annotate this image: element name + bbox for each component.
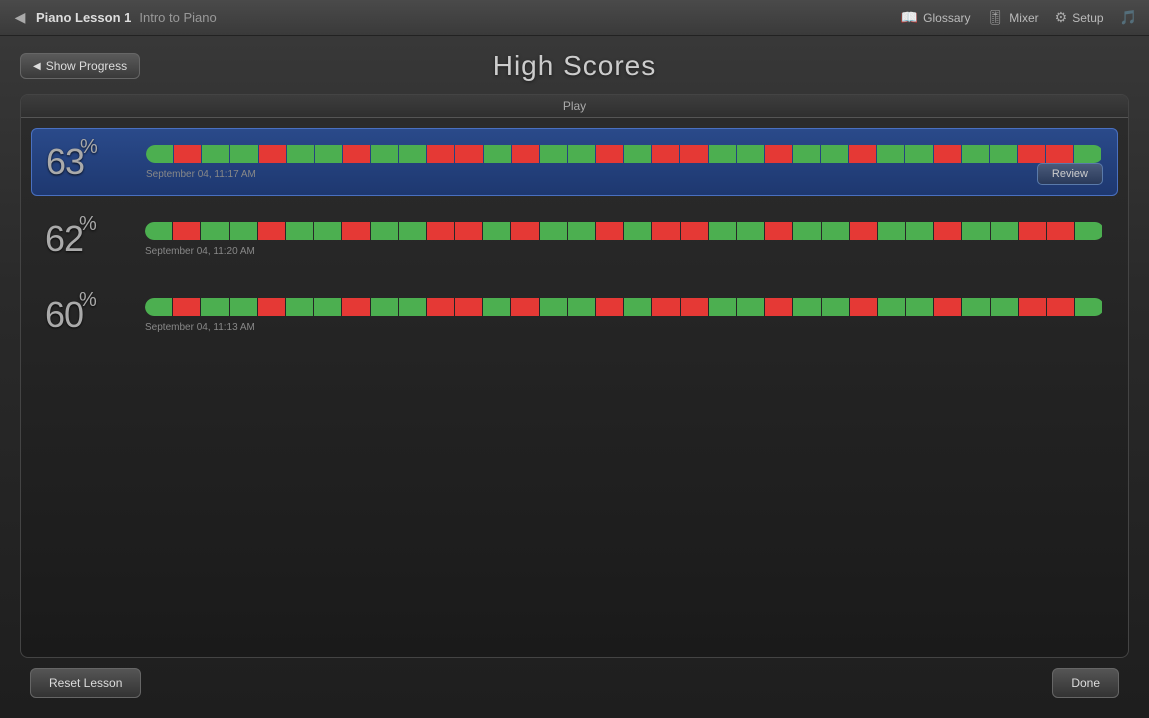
mixer-nav[interactable]: 🎚 Mixer (987, 9, 1039, 26)
score-entry: 62% September 04, 11:20 AM (31, 206, 1118, 272)
done-button[interactable]: Done (1052, 668, 1119, 698)
titlebar-right: 📖 Glossary 🎚 Mixer ⚙ Setup 🎵 (901, 9, 1137, 26)
score-number: 63% (46, 141, 146, 183)
panel-header: Play (21, 95, 1128, 118)
review-button[interactable]: Review (1037, 163, 1103, 185)
score-right: September 04, 11:17 AM (146, 145, 1103, 180)
music-nav[interactable]: 🎵 (1120, 9, 1137, 26)
score-right: September 04, 11:13 AM (145, 298, 1104, 333)
lesson-subtitle: Intro to Piano (139, 10, 216, 25)
score-percent: % (79, 213, 96, 235)
mixer-label: Mixer (1009, 11, 1038, 25)
scores-panel: Play 63% September 04, 11:17 AM Review 6… (20, 94, 1129, 658)
score-entry: 63% September 04, 11:17 AM Review (31, 128, 1118, 196)
reset-lesson-button[interactable]: Reset Lesson (30, 668, 141, 698)
music-icon: 🎵 (1120, 9, 1137, 26)
setup-nav[interactable]: ⚙ Setup (1055, 9, 1104, 26)
bar-fill (146, 145, 1103, 163)
scores-list: 63% September 04, 11:17 AM Review 62% Se… (21, 118, 1128, 657)
bar-fill (145, 222, 1104, 240)
score-date: September 04, 11:17 AM (146, 169, 1103, 180)
score-number: 62% (45, 218, 145, 260)
page-title: High Scores (493, 50, 657, 82)
lesson-title: Piano Lesson 1 (36, 10, 131, 25)
titlebar: ◀ Piano Lesson 1 Intro to Piano 📖 Glossa… (0, 0, 1149, 36)
mixer-icon: 🎚 (987, 9, 1005, 26)
progress-bar (145, 222, 1104, 240)
progress-bar (146, 145, 1103, 163)
score-date: September 04, 11:20 AM (145, 246, 1104, 257)
setup-icon: ⚙ (1055, 9, 1068, 26)
score-entry: 60% September 04, 11:13 AM (31, 282, 1118, 348)
setup-label: Setup (1072, 11, 1103, 25)
bar-fill (145, 298, 1104, 316)
bottom-bar: Reset Lesson Done (20, 658, 1129, 708)
titlebar-left: ◀ Piano Lesson 1 Intro to Piano (12, 10, 217, 26)
score-date: September 04, 11:13 AM (145, 322, 1104, 333)
score-right: September 04, 11:20 AM (145, 222, 1104, 257)
glossary-nav[interactable]: 📖 Glossary (901, 9, 971, 26)
glossary-icon: 📖 (901, 9, 918, 26)
score-percent: % (80, 136, 97, 158)
glossary-label: Glossary (923, 11, 970, 25)
content-area: Show Progress High Scores Play 63% Septe… (0, 36, 1149, 718)
score-percent: % (79, 289, 96, 311)
back-button[interactable]: ◀ (12, 10, 28, 26)
score-number: 60% (45, 294, 145, 336)
progress-bar (145, 298, 1104, 316)
top-row: Show Progress High Scores (20, 46, 1129, 86)
show-progress-button[interactable]: Show Progress (20, 53, 140, 79)
